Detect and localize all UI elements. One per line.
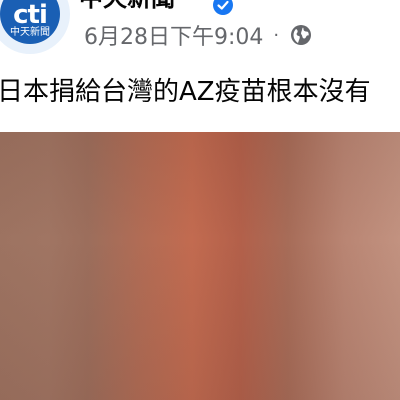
post-text: 日本捐給台灣的AZ疫苗根本沒有 [0, 77, 371, 107]
cti-logo: cti 中天新聞 [0, 0, 60, 44]
verified-badge-icon [213, 0, 233, 15]
logo-text: cti [13, 0, 48, 30]
page-name-link[interactable]: 中天新聞 [79, 0, 175, 12]
facebook-post: cti 中天新聞 中天新聞 6月28日下午9:04 · 日本捐給台灣的AZ疫苗根… [0, 0, 400, 400]
meta-separator: · [273, 24, 280, 46]
logo-subtext: 中天新聞 [10, 27, 50, 38]
post-timestamp[interactable]: 6月28日下午9:04 [84, 19, 263, 51]
photo-shading [0, 132, 400, 400]
post-photo[interactable] [0, 132, 400, 400]
page-avatar[interactable]: cti 中天新聞 [0, 0, 70, 54]
post-meta: 6月28日下午9:04 · [84, 19, 313, 51]
globe-icon[interactable] [289, 23, 313, 47]
